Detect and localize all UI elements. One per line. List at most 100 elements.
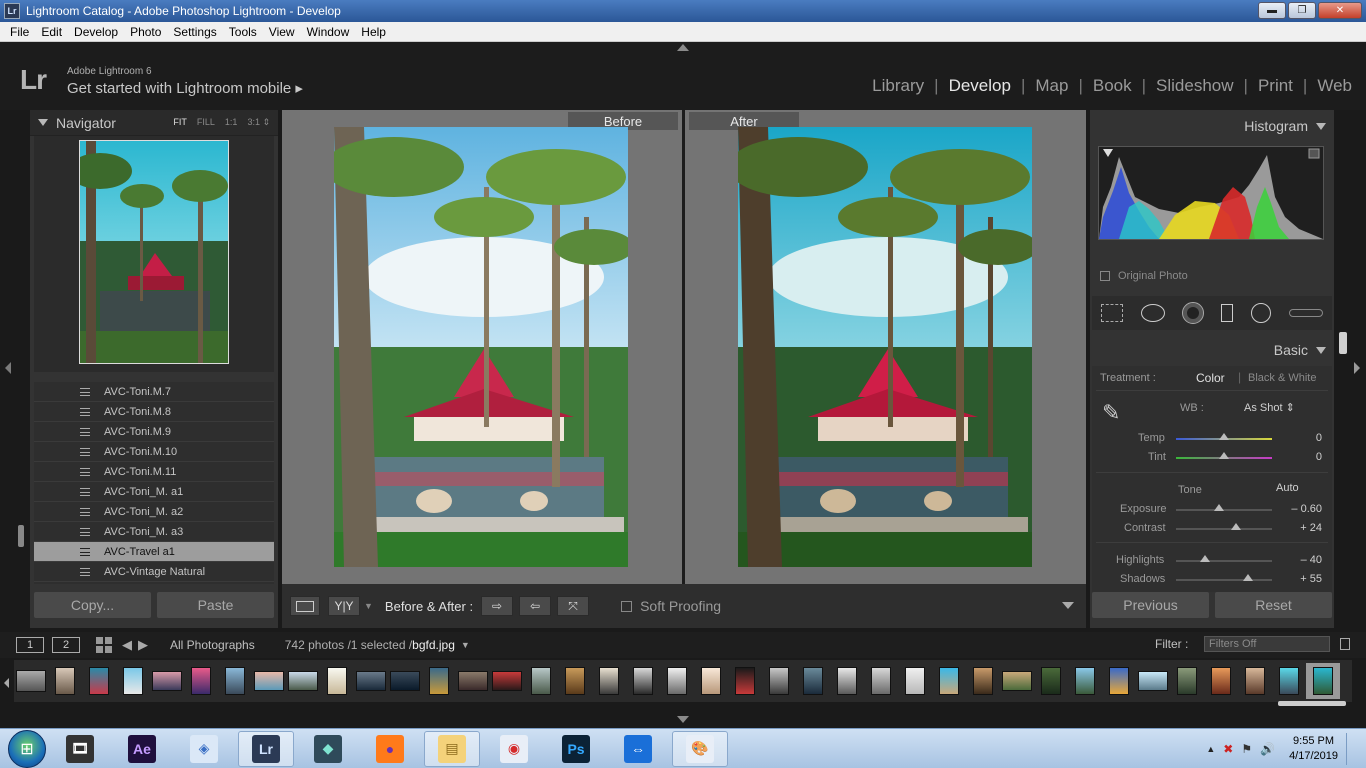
shadows-value[interactable]: + 55 xyxy=(1300,573,1322,585)
spot-removal-icon[interactable] xyxy=(1141,304,1165,322)
wb-select[interactable]: As Shot ⇕ xyxy=(1244,401,1295,414)
menu-window[interactable]: Window xyxy=(301,25,356,39)
filmstrip-thumbnail[interactable] xyxy=(456,663,490,699)
filmstrip-thumbnail[interactable] xyxy=(388,663,422,699)
filmstrip-thumbnail[interactable] xyxy=(592,663,626,699)
filmstrip-thumbnail[interactable] xyxy=(150,663,184,699)
collapse-triangle-icon[interactable] xyxy=(38,119,48,126)
red-eye-icon[interactable] xyxy=(1182,302,1204,324)
collapse-left-panel-arrow-icon[interactable] xyxy=(5,362,11,374)
collapse-top-panel-arrow-icon[interactable] xyxy=(677,44,689,51)
filmstrip-thumbnail[interactable] xyxy=(184,663,218,699)
module-print[interactable]: Print xyxy=(1248,76,1303,96)
previous-button[interactable]: Previous xyxy=(1092,592,1209,618)
preset-item[interactable]: AVC-Toni_M. a2 xyxy=(34,502,274,522)
start-button[interactable]: ⊞ xyxy=(8,729,46,768)
zoom-1-1[interactable]: 1:1 xyxy=(225,117,238,128)
filmstrip-thumbnail[interactable] xyxy=(1136,663,1170,699)
radial-filter-icon[interactable] xyxy=(1251,303,1271,323)
menu-edit[interactable]: Edit xyxy=(35,25,68,39)
module-map[interactable]: Map xyxy=(1025,76,1078,96)
soft-proofing-checkbox[interactable] xyxy=(621,600,633,612)
network-status-icon[interactable]: ✖ xyxy=(1223,742,1233,756)
contrast-slider-knob[interactable] xyxy=(1230,523,1241,530)
menu-file[interactable]: File xyxy=(4,25,35,39)
preset-item[interactable]: AVC-Toni_M. a1 xyxy=(34,482,274,502)
filmstrip-thumbnail[interactable] xyxy=(1034,663,1068,699)
copy-after-to-before-button[interactable]: ⇦ xyxy=(519,596,552,616)
menu-view[interactable]: View xyxy=(263,25,301,39)
copy-settings-button[interactable]: Copy... xyxy=(34,592,151,618)
filmstrip-thumbnail[interactable] xyxy=(660,663,694,699)
view-mode-dropdown-icon[interactable]: ▼ xyxy=(364,601,373,611)
swap-before-after-button[interactable]: ⤧ xyxy=(557,596,590,616)
preset-item[interactable]: AVC-Vintage Natural xyxy=(34,562,274,582)
filmstrip-thumbnail[interactable] xyxy=(1238,663,1272,699)
exposure-slider-knob[interactable] xyxy=(1214,504,1225,511)
zoom-fit[interactable]: FIT xyxy=(173,117,187,128)
filmstrip-thumbnail[interactable] xyxy=(82,663,116,699)
filmstrip-scrollbar[interactable] xyxy=(1278,701,1346,706)
filmstrip-thumbnail[interactable] xyxy=(1068,663,1102,699)
navigator-thumbnail[interactable] xyxy=(79,140,229,364)
temp-slider-knob[interactable] xyxy=(1219,433,1229,440)
module-slideshow[interactable]: Slideshow xyxy=(1146,76,1244,96)
go-back-arrow-icon[interactable]: ◀ xyxy=(122,637,132,653)
filmstrip-thumbnail[interactable] xyxy=(320,663,354,699)
menu-settings[interactable]: Settings xyxy=(167,25,222,39)
white-balance-eyedropper-icon[interactable]: ✎ xyxy=(1102,400,1120,426)
preset-item-selected[interactable]: AVC-Travel a1 xyxy=(34,542,274,562)
module-book[interactable]: Book xyxy=(1083,76,1142,96)
filmstrip-thumbnail[interactable] xyxy=(830,663,864,699)
clock[interactable]: 9:55 PM 4/17/2019 xyxy=(1289,734,1338,764)
preset-item[interactable]: AVC-Toni_M. a3 xyxy=(34,522,274,542)
go-forward-arrow-icon[interactable]: ▶ xyxy=(138,637,148,653)
preset-item[interactable]: AVC-Toni.M.11 xyxy=(34,462,274,482)
filter-lock-icon[interactable] xyxy=(1340,638,1350,650)
loupe-view-button[interactable] xyxy=(290,596,320,616)
shadows-slider[interactable] xyxy=(1176,574,1272,581)
navigator-preview[interactable] xyxy=(34,136,274,372)
tint-value[interactable]: 0 xyxy=(1316,451,1322,463)
contrast-value[interactable]: + 24 xyxy=(1300,522,1322,534)
taskbar-app-paint[interactable]: 🎨 xyxy=(672,730,728,767)
filmstrip-thumbnail[interactable] xyxy=(932,663,966,699)
module-develop[interactable]: Develop xyxy=(939,76,1021,96)
before-photo[interactable] xyxy=(334,127,628,567)
auto-tone-button[interactable]: Auto xyxy=(1276,482,1299,494)
filter-select[interactable]: Filters Off xyxy=(1204,636,1330,652)
taskbar-app-after-effects[interactable]: Ae xyxy=(114,731,170,767)
preset-item[interactable]: AVC-Toni.M.8 xyxy=(34,402,274,422)
show-desktop-button[interactable] xyxy=(1346,733,1356,765)
highlights-value[interactable]: – 40 xyxy=(1301,554,1322,566)
zoom-3-1[interactable]: 3:1 ⇕ xyxy=(247,117,270,128)
module-web[interactable]: Web xyxy=(1307,76,1362,96)
filmstrip-thumbnail-selected[interactable] xyxy=(1306,663,1340,699)
filmstrip-thumbnail[interactable] xyxy=(1000,663,1034,699)
collapse-triangle-icon[interactable] xyxy=(1316,122,1326,130)
treatment-color-option[interactable]: Color xyxy=(1196,371,1225,385)
graduated-filter-icon[interactable] xyxy=(1221,304,1233,322)
right-panel-scrollbar[interactable] xyxy=(1339,332,1347,354)
toolbar-options-dropdown-icon[interactable] xyxy=(1062,602,1074,609)
menu-develop[interactable]: Develop xyxy=(68,25,124,39)
contrast-slider[interactable] xyxy=(1176,523,1272,530)
filename-dropdown-icon[interactable]: ▼ xyxy=(461,640,470,650)
filmstrip-thumbnail[interactable] xyxy=(728,663,762,699)
tint-slider-knob[interactable] xyxy=(1219,452,1229,459)
taskbar-app-teamviewer[interactable]: ⇔ xyxy=(610,731,666,767)
filmstrip-thumbnail[interactable] xyxy=(14,663,48,699)
histogram[interactable] xyxy=(1098,146,1324,240)
preset-item[interactable]: AVC-Toni.M.10 xyxy=(34,442,274,462)
exposure-slider[interactable] xyxy=(1176,504,1272,511)
taskbar-app-network-app[interactable]: ◈ xyxy=(176,731,232,767)
navigator-header[interactable]: Navigator FIT FILL 1:1 3:1 ⇕ xyxy=(30,110,278,136)
exposure-value[interactable]: – 0.60 xyxy=(1291,503,1322,515)
before-pane[interactable]: Before xyxy=(282,110,682,584)
filmstrip-thumbnail[interactable] xyxy=(762,663,796,699)
filmstrip-source[interactable]: All Photographs xyxy=(170,638,255,652)
filmstrip-thumbnail[interactable] xyxy=(286,663,320,699)
selected-filename[interactable]: bgfd.jpg xyxy=(412,638,455,652)
filmstrip-thumbnail[interactable] xyxy=(966,663,1000,699)
original-photo-toggle[interactable]: Original Photo xyxy=(1100,270,1188,282)
